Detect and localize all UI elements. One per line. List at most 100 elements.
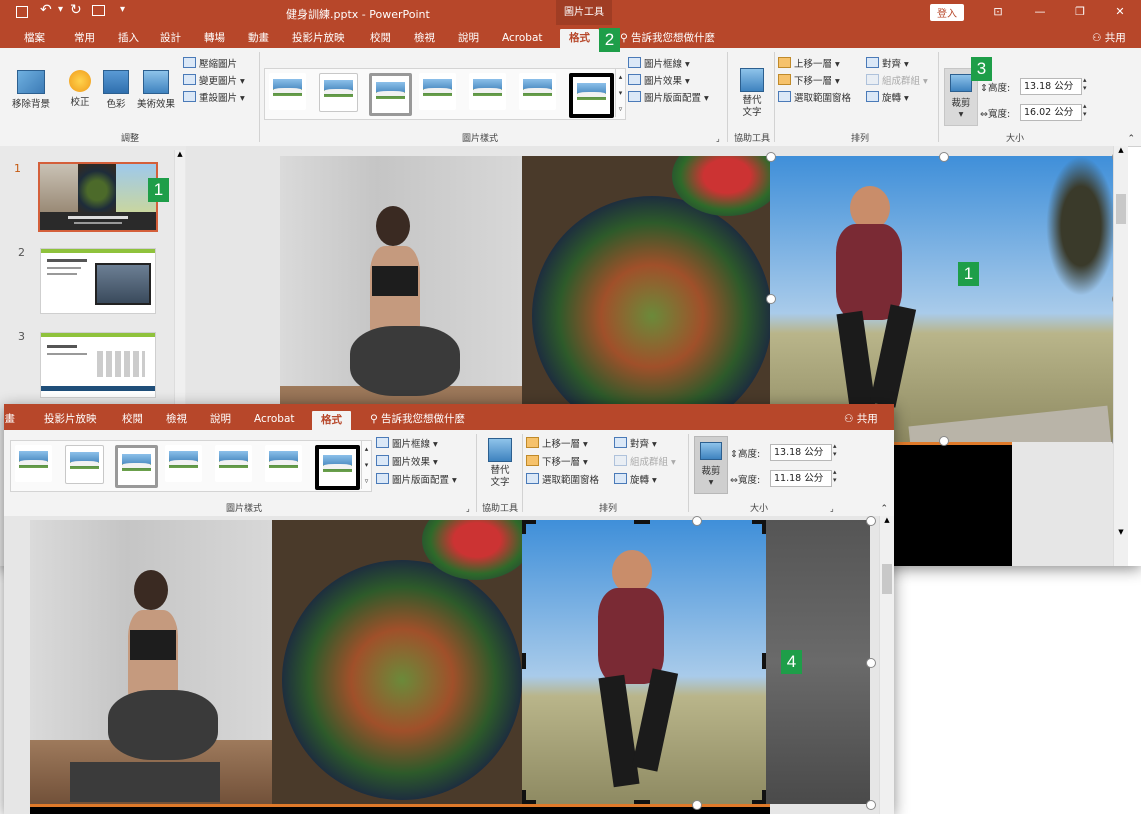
picture-styles-gallery[interactable]: ▴ ▾ ▿ bbox=[10, 440, 372, 492]
tell-me-search[interactable]: ⚲ 告訴我您想做什麼 bbox=[620, 29, 715, 48]
tell-me-search[interactable]: ⚲ 告訴我您想做什麼 bbox=[370, 410, 465, 429]
style-thumb[interactable] bbox=[315, 445, 360, 490]
tab-insert[interactable]: 插入 bbox=[118, 29, 139, 48]
style-thumb[interactable] bbox=[165, 445, 202, 482]
gallery-more-icon[interactable]: ▴ ▾ ▿ bbox=[615, 69, 625, 117]
crop-handle[interactable] bbox=[762, 520, 766, 534]
login-button[interactable]: 登入 bbox=[930, 4, 964, 21]
change-picture-button[interactable]: 變更圖片 ▾ bbox=[183, 73, 245, 87]
picture-layout-button[interactable]: 圖片版面配置 ▾ bbox=[628, 90, 709, 104]
tab-transitions[interactable]: 轉場 bbox=[204, 29, 225, 48]
style-thumb[interactable] bbox=[519, 73, 556, 110]
scroll-down-icon[interactable]: ▼ bbox=[1114, 528, 1128, 536]
style-thumb[interactable] bbox=[569, 73, 614, 118]
alt-text-button[interactable]: 替代 文字 bbox=[734, 68, 770, 119]
crop-handle[interactable] bbox=[634, 800, 650, 804]
group-button[interactable]: 組成群組 ▾ bbox=[614, 454, 676, 468]
redo-icon[interactable]: ↻ bbox=[70, 2, 82, 18]
align-button[interactable]: 對齊 ▾ bbox=[866, 56, 909, 70]
style-thumb[interactable] bbox=[115, 445, 158, 488]
tab-animations[interactable]: 動畫 bbox=[248, 29, 269, 48]
style-thumb[interactable] bbox=[15, 445, 52, 482]
from-beginning-icon[interactable] bbox=[92, 5, 105, 16]
picture-border-button[interactable]: 圖片框線 ▾ bbox=[628, 56, 690, 70]
customize-qat-icon[interactable]: ▾ bbox=[120, 4, 125, 15]
crop-handle[interactable] bbox=[762, 653, 766, 669]
runner-photo-cropped[interactable] bbox=[522, 520, 766, 804]
compress-pictures-button[interactable]: 壓縮圖片 bbox=[183, 56, 237, 70]
style-thumb[interactable] bbox=[369, 73, 412, 116]
resize-handle[interactable] bbox=[866, 658, 876, 668]
rotate-button[interactable]: 旋轉 ▾ bbox=[866, 90, 909, 104]
send-backward-button[interactable]: 下移一層 ▾ bbox=[526, 454, 588, 468]
reset-picture-button[interactable]: 重設圖片 ▾ bbox=[183, 90, 245, 104]
style-thumb[interactable] bbox=[269, 73, 306, 110]
style-thumb[interactable] bbox=[319, 73, 358, 112]
undo-icon[interactable]: ↶ bbox=[40, 2, 52, 18]
tab-review[interactable]: 校閱 bbox=[370, 29, 391, 48]
resize-handle[interactable] bbox=[866, 516, 876, 526]
resize-handle[interactable] bbox=[939, 436, 949, 446]
dialog-launcher-icon[interactable]: ⌟ bbox=[466, 504, 470, 513]
crop-handle[interactable] bbox=[522, 790, 526, 804]
resize-handle[interactable] bbox=[766, 152, 776, 162]
tab-acrobat[interactable]: Acrobat bbox=[254, 410, 295, 429]
width-spinner-icon[interactable]: ▴ ▾ bbox=[833, 468, 837, 484]
height-field[interactable]: 13.18 公分 bbox=[770, 444, 832, 461]
resize-handle[interactable] bbox=[766, 294, 776, 304]
dialog-launcher-icon[interactable]: ⌟ bbox=[830, 504, 834, 513]
resize-handle[interactable] bbox=[692, 800, 702, 810]
tab-view[interactable]: 檢視 bbox=[414, 29, 435, 48]
group-button[interactable]: 組成群組 ▾ bbox=[866, 73, 928, 87]
tab-slideshow[interactable]: 投影片放映 bbox=[292, 29, 345, 48]
yoga-photo[interactable] bbox=[30, 520, 272, 810]
selection-pane-button[interactable]: 選取範圍窗格 bbox=[778, 90, 851, 104]
bring-forward-button[interactable]: 上移一層 ▾ bbox=[778, 56, 840, 70]
tab-format[interactable]: 格式 bbox=[312, 411, 351, 430]
tab-view[interactable]: 檢視 bbox=[166, 410, 187, 429]
close-icon[interactable]: ✕ bbox=[1112, 4, 1128, 20]
width-spinner-icon[interactable]: ▴ ▾ bbox=[1083, 102, 1087, 118]
tab-acrobat[interactable]: Acrobat bbox=[502, 29, 543, 48]
collapse-ribbon-icon[interactable]: ⌃ bbox=[1127, 134, 1135, 144]
picture-layout-button[interactable]: 圖片版面配置 ▾ bbox=[376, 472, 457, 486]
send-backward-button[interactable]: 下移一層 ▾ bbox=[778, 73, 840, 87]
share-button[interactable]: ⚇ 共用 bbox=[844, 410, 878, 429]
picture-effects-button[interactable]: 圖片效果 ▾ bbox=[628, 73, 690, 87]
scroll-up-icon[interactable]: ▲ bbox=[880, 516, 894, 524]
tab-help[interactable]: 說明 bbox=[458, 29, 479, 48]
scroll-thumb[interactable] bbox=[882, 564, 892, 594]
rotate-button[interactable]: 旋轉 ▾ bbox=[614, 472, 657, 486]
crop-handle[interactable] bbox=[634, 520, 650, 524]
share-button[interactable]: ⚇ 共用 bbox=[1092, 29, 1126, 48]
style-thumb[interactable] bbox=[419, 73, 456, 110]
tab-help[interactable]: 說明 bbox=[210, 410, 231, 429]
scroll-thumb[interactable] bbox=[1116, 194, 1126, 224]
minimize-icon[interactable]: — bbox=[1032, 4, 1048, 20]
resize-handle[interactable] bbox=[866, 800, 876, 810]
slide-thumbnail-2[interactable] bbox=[40, 248, 156, 314]
slide-thumbnail-1[interactable] bbox=[38, 162, 158, 232]
ribbon-display-icon[interactable]: ⊡ bbox=[990, 4, 1006, 20]
style-thumb[interactable] bbox=[215, 445, 252, 482]
height-spinner-icon[interactable]: ▴ ▾ bbox=[833, 442, 837, 458]
height-field[interactable]: 13.18 公分 bbox=[1020, 78, 1082, 95]
scroll-up-icon[interactable]: ▲ bbox=[175, 150, 185, 158]
dialog-launcher-icon[interactable]: ⌟ bbox=[716, 134, 720, 143]
width-field[interactable]: 16.02 公分 bbox=[1020, 104, 1082, 121]
save-icon[interactable] bbox=[16, 6, 28, 18]
crop-handle[interactable] bbox=[522, 520, 526, 534]
salad-bowl-photo[interactable] bbox=[272, 520, 522, 810]
crop-button[interactable]: 裁剪 ▾ bbox=[694, 436, 728, 494]
scroll-up-icon[interactable]: ▲ bbox=[1114, 146, 1128, 154]
picture-effects-button[interactable]: 圖片效果 ▾ bbox=[376, 454, 438, 468]
slide-thumbnail-3[interactable] bbox=[40, 332, 156, 398]
tab-slideshow[interactable]: 投影片放映 bbox=[44, 410, 97, 429]
runner-photo[interactable] bbox=[770, 156, 1116, 442]
restore-icon[interactable]: ❐ bbox=[1072, 4, 1088, 20]
align-button[interactable]: 對齊 ▾ bbox=[614, 436, 657, 450]
tab-format[interactable]: 格式 bbox=[560, 29, 599, 48]
style-thumb[interactable] bbox=[469, 73, 506, 110]
vertical-scrollbar[interactable]: ▲ ▼ bbox=[1113, 146, 1128, 566]
bring-forward-button[interactable]: 上移一層 ▾ bbox=[526, 436, 588, 450]
